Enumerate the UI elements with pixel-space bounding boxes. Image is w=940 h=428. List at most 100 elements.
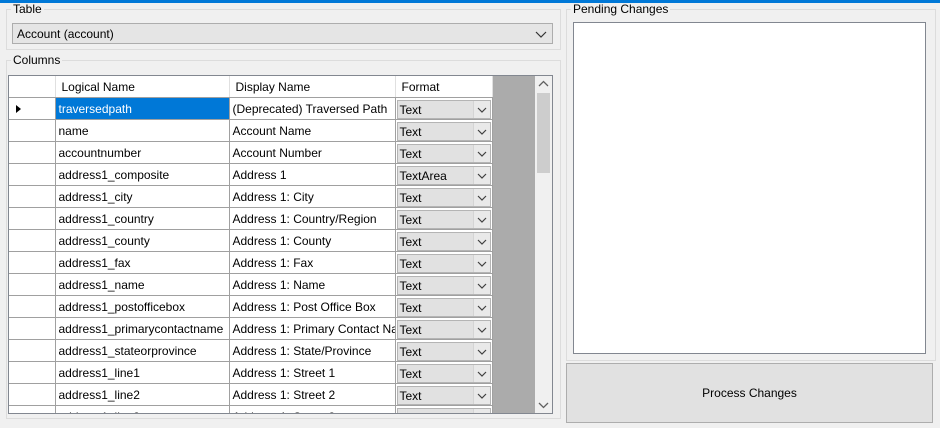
row-header[interactable] [9, 273, 56, 296]
display-name-cell[interactable]: Address 1: County [229, 229, 396, 252]
format-cell[interactable]: Text [395, 141, 493, 164]
format-select[interactable]: Text [396, 297, 491, 317]
table-select[interactable]: Account (account) [12, 23, 553, 44]
format-select[interactable]: Text [396, 143, 491, 163]
table-row[interactable]: address1_county Address 1: County Text [9, 229, 493, 252]
format-cell[interactable]: Text [395, 361, 493, 384]
row-header[interactable] [9, 207, 56, 230]
format-select[interactable]: Text [396, 209, 491, 229]
row-header[interactable] [9, 163, 56, 186]
logical-name-cell[interactable]: accountnumber [55, 141, 230, 164]
table-row[interactable]: traversedpath (Deprecated) Traversed Path… [9, 97, 493, 120]
row-header[interactable] [9, 97, 56, 120]
display-name-cell[interactable]: Address 1: Street 1 [229, 361, 396, 384]
format-select[interactable]: Text [396, 231, 491, 251]
scrollbar-thumb[interactable] [537, 93, 550, 173]
format-cell[interactable]: Text [395, 383, 493, 406]
format-cell[interactable]: Text [395, 405, 493, 413]
vertical-scrollbar[interactable] [535, 76, 552, 413]
table-row[interactable]: address1_line2 Address 1: Street 2 Text [9, 383, 493, 406]
logical-name-cell[interactable]: address1_primarycontactname [55, 317, 230, 340]
table-row[interactable]: address1_stateorprovince Address 1: State… [9, 339, 493, 362]
logical-name-cell[interactable]: address1_line1 [55, 361, 230, 384]
format-cell[interactable]: Text [395, 97, 493, 120]
display-name-cell[interactable]: (Deprecated) Traversed Path [229, 97, 396, 120]
columns-grid[interactable]: Logical Name Display Name Format travers… [8, 75, 553, 414]
display-name-cell[interactable]: Address 1: City [229, 185, 396, 208]
format-select[interactable]: Text [396, 363, 491, 383]
format-cell[interactable]: TextArea [395, 163, 493, 186]
display-name-cell[interactable]: Address 1 [229, 163, 396, 186]
logical-name-cell[interactable]: address1_composite [55, 163, 230, 186]
format-select[interactable]: Text [396, 187, 491, 207]
display-name-cell[interactable]: Address 1: State/Province [229, 339, 396, 362]
row-header[interactable] [9, 185, 56, 208]
display-name-cell[interactable]: Address 1: Post Office Box [229, 295, 396, 318]
display-name-cell[interactable]: Address 1: Country/Region [229, 207, 396, 230]
logical-name-cell[interactable]: address1_city [55, 185, 230, 208]
format-select[interactable]: Text [396, 275, 491, 295]
format-cell[interactable]: Text [395, 229, 493, 252]
process-changes-button[interactable]: Process Changes [566, 363, 933, 423]
format-select[interactable]: Text [396, 341, 491, 361]
format-cell[interactable]: Text [395, 339, 493, 362]
format-select[interactable]: Text [396, 253, 491, 273]
row-header[interactable] [9, 119, 56, 142]
table-row[interactable]: address1_country Address 1: Country/Regio… [9, 207, 493, 230]
pending-changes-list[interactable] [573, 22, 926, 354]
row-header[interactable] [9, 383, 56, 406]
display-name-cell[interactable]: Address 1: Street 2 [229, 383, 396, 406]
logical-name-cell[interactable]: address1_stateorprovince [55, 339, 230, 362]
table-row[interactable]: address1_name Address 1: Name Text [9, 273, 493, 296]
format-select[interactable]: TextArea [396, 165, 491, 185]
table-row[interactable]: address1_composite Address 1 TextArea [9, 163, 493, 186]
format-cell[interactable]: Text [395, 273, 493, 296]
table-row[interactable]: address1_primarycontactname Address 1: Pr… [9, 317, 493, 340]
logical-name-cell[interactable]: address1_country [55, 207, 230, 230]
display-name-cell[interactable]: Account Name [229, 119, 396, 142]
display-name-cell[interactable]: Address 1: Fax [229, 251, 396, 274]
table-row[interactable]: address1_line3Address 1: Street 3 Text [9, 405, 493, 413]
logical-name-cell[interactable]: address1_line2 [55, 383, 230, 406]
row-header[interactable] [9, 295, 56, 318]
logical-name-cell[interactable]: address1_county [55, 229, 230, 252]
display-name-cell[interactable]: Address 1: Name [229, 273, 396, 296]
row-header[interactable] [9, 141, 56, 164]
scroll-down-icon[interactable] [535, 396, 552, 413]
column-header-display-name[interactable]: Display Name [229, 76, 396, 98]
display-name-cell[interactable]: Address 1: Street 3 [229, 405, 396, 413]
logical-name-cell[interactable]: address1_line3 [55, 405, 230, 413]
format-cell[interactable]: Text [395, 185, 493, 208]
table-row[interactable]: name Account Name Text [9, 119, 493, 142]
logical-name-cell[interactable]: address1_name [55, 273, 230, 296]
logical-name-cell[interactable]: address1_fax [55, 251, 230, 274]
format-cell[interactable]: Text [395, 317, 493, 340]
format-cell[interactable]: Text [395, 207, 493, 230]
format-select[interactable]: Text [396, 121, 491, 141]
scroll-up-icon[interactable] [535, 76, 552, 93]
table-row[interactable]: address1_line1 Address 1: Street 1 Text [9, 361, 493, 384]
row-header[interactable] [9, 317, 56, 340]
format-cell[interactable]: Text [395, 295, 493, 318]
logical-name-cell[interactable]: address1_postofficebox [55, 295, 230, 318]
table-row[interactable]: address1_fax Address 1: Fax Text [9, 251, 493, 274]
logical-name-cell[interactable]: traversedpath [55, 97, 230, 120]
logical-name-cell[interactable]: name [55, 119, 230, 142]
format-cell[interactable]: Text [395, 119, 493, 142]
table-row[interactable]: accountnumber Account Number Text [9, 141, 493, 164]
row-header[interactable] [9, 405, 56, 413]
display-name-cell[interactable]: Address 1: Primary Contact Name [229, 317, 396, 340]
table-row[interactable]: address1_postofficebox Address 1: Post Of… [9, 295, 493, 318]
display-name-cell[interactable]: Account Number [229, 141, 396, 164]
column-header-format[interactable]: Format [395, 76, 493, 98]
format-select[interactable]: Text [396, 319, 491, 339]
format-select[interactable]: Text [396, 385, 491, 405]
row-header[interactable] [9, 361, 56, 384]
format-select[interactable]: Text [396, 407, 491, 413]
table-row[interactable]: address1_city Address 1: City Text [9, 185, 493, 208]
row-header[interactable] [9, 339, 56, 362]
row-header[interactable] [9, 229, 56, 252]
format-select[interactable]: Text [396, 99, 491, 119]
column-header-logical-name[interactable]: Logical Name [55, 76, 230, 98]
row-header[interactable] [9, 251, 56, 274]
